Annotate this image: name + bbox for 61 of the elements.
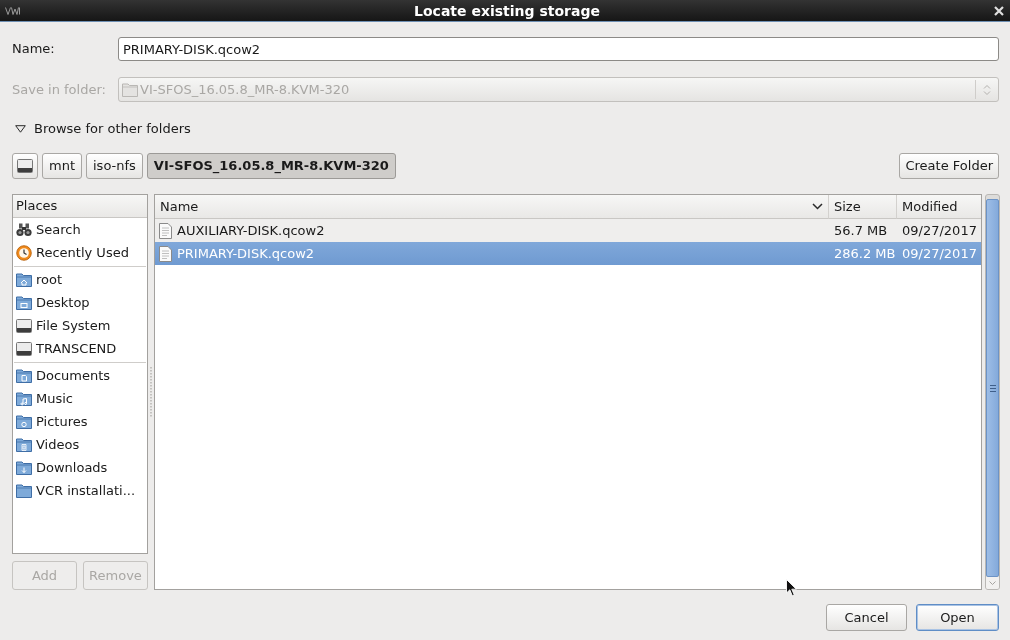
pictures-folder-icon — [16, 414, 32, 429]
places-item[interactable]: root — [13, 268, 147, 291]
close-icon — [994, 5, 1004, 16]
places-item[interactable]: Music — [13, 387, 147, 410]
browse-expander[interactable]: Browse for other folders — [12, 120, 191, 138]
folder-icon — [122, 82, 138, 97]
places-item[interactable]: Search — [13, 218, 147, 241]
column-header[interactable]: Size — [829, 195, 897, 219]
scroll-down-button[interactable] — [986, 577, 999, 589]
open-button[interactable]: Open — [916, 604, 999, 631]
file-size: 286.2 MB — [833, 244, 897, 263]
path-button[interactable]: VI-SFOS_16.05.8_MR-8.KVM-320 — [146, 153, 396, 179]
drive-icon — [16, 318, 32, 333]
places-item[interactable]: Videos — [13, 433, 147, 456]
file-modified-date: 09/27/2017 — [901, 221, 978, 240]
scrollbar-thumb[interactable] — [986, 199, 999, 577]
file-size: 56.7 MB — [833, 221, 889, 240]
cancel-button[interactable]: Cancel — [826, 604, 907, 631]
column-header[interactable]: Modified — [897, 195, 981, 219]
pane-handle-icon — [150, 367, 152, 417]
path-button[interactable]: mnt — [42, 153, 82, 179]
places-item[interactable]: File System — [13, 314, 147, 337]
close-button[interactable] — [993, 4, 1005, 17]
name-label: Name: — [12, 40, 56, 59]
places-header: Places — [13, 195, 147, 218]
expander-triangle-icon — [15, 125, 26, 133]
grip-lines-icon — [989, 384, 996, 392]
file-modified-date: 09/27/2017 — [901, 244, 978, 263]
places-item[interactable]: Pictures — [13, 410, 147, 433]
places-item[interactable]: VCR installati... — [13, 479, 147, 502]
folder-icon — [16, 483, 32, 498]
places-item[interactable]: Recently Used — [13, 241, 147, 264]
column-header[interactable]: Name — [155, 195, 829, 219]
desktop-folder-icon — [16, 295, 32, 310]
places-item[interactable]: Desktop — [13, 291, 147, 314]
binoculars-icon — [16, 222, 32, 237]
videos-folder-icon — [16, 437, 32, 452]
file-name: PRIMARY-DISK.qcow2 — [177, 244, 315, 263]
drive-icon — [16, 341, 32, 356]
name-field[interactable]: PRIMARY-DISK.qcow2 — [118, 37, 999, 61]
places-item[interactable]: Downloads — [13, 456, 147, 479]
window-title: Locate existing storage — [414, 3, 600, 18]
root-drive-button[interactable] — [12, 153, 38, 179]
places-item[interactable]: Documents — [13, 364, 147, 387]
music-folder-icon — [16, 391, 32, 406]
places-item[interactable]: TRANSCEND — [13, 337, 147, 360]
spin-arrows-icon — [983, 83, 991, 96]
path-button[interactable]: iso-nfs — [86, 153, 143, 179]
home-folder-icon — [16, 272, 32, 287]
scrollbar[interactable] — [985, 194, 1000, 590]
create-folder-button[interactable]: Create Folder — [899, 153, 999, 179]
file-name: AUXILIARY-DISK.qcow2 — [177, 221, 325, 240]
documents-folder-icon — [16, 368, 32, 383]
downloads-folder-icon — [16, 460, 32, 475]
app-logo-icon — [5, 6, 21, 15]
drive-icon — [17, 159, 33, 173]
save-in-folder-label: Save in folder: — [12, 80, 107, 99]
document-icon — [159, 222, 172, 239]
document-icon — [159, 245, 172, 262]
clock-icon — [16, 244, 32, 261]
file-row[interactable]: AUXILIARY-DISK.qcow2 56.7 MB 09/27/2017 — [155, 219, 981, 242]
